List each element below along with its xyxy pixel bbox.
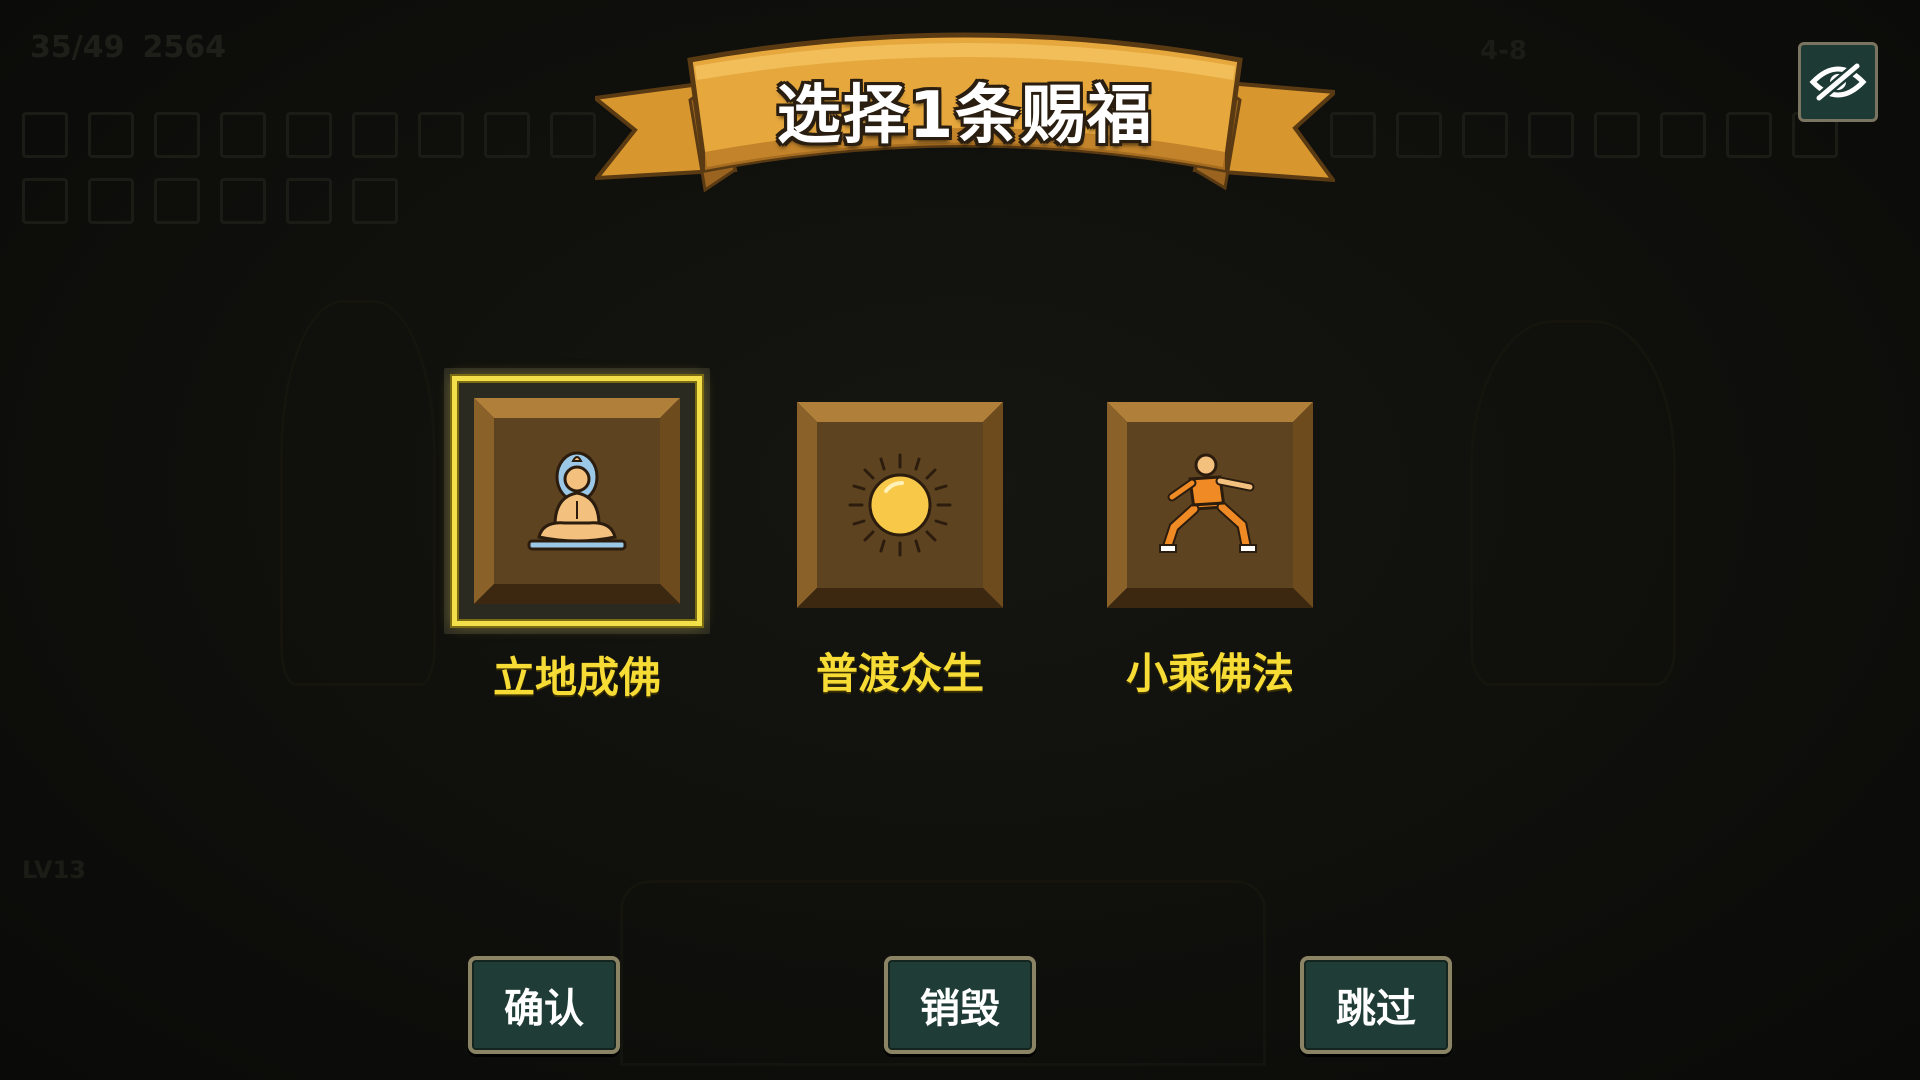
blessing-card-3[interactable] xyxy=(1107,402,1313,608)
gold-readout: 2564 xyxy=(142,30,226,65)
eye-slash-icon xyxy=(1809,62,1867,102)
skip-button[interactable]: 跳过 xyxy=(1300,956,1452,1054)
background-relic-grid-left xyxy=(22,112,596,224)
blessing-select-screen: 35/49 2564 4-8 LV13 选择1条赐福 立地成佛 普渡众生 小乘佛… xyxy=(0,0,1920,1080)
background-relic-grid-right xyxy=(1330,112,1838,158)
meditating-buddha-icon xyxy=(527,451,627,551)
blessing-label-2: 普渡众生 xyxy=(815,649,984,698)
background-character-silhouette xyxy=(280,300,436,686)
title-banner: 选择1条赐福 xyxy=(595,20,1335,210)
blessing-card-2[interactable] xyxy=(797,402,1003,608)
stage-readout: 4-8 xyxy=(1480,36,1527,66)
confirm-button[interactable]: 确认 xyxy=(468,956,620,1054)
sun-icon xyxy=(848,453,952,557)
hp-readout: 35/49 xyxy=(30,30,125,65)
banner-title: 选择1条赐福 xyxy=(776,79,1154,153)
background-enemy-silhouette xyxy=(1470,320,1676,686)
hide-overlay-button[interactable] xyxy=(1798,42,1878,122)
level-readout: LV13 xyxy=(22,856,86,884)
background-hud: 35/49 2564 xyxy=(30,30,226,65)
blessing-card-1[interactable] xyxy=(444,368,710,634)
blessing-label-3: 小乘佛法 xyxy=(1125,649,1294,698)
blessing-label-1: 立地成佛 xyxy=(492,653,661,702)
kungfu-monk-icon xyxy=(1159,453,1257,553)
destroy-button[interactable]: 销毁 xyxy=(884,956,1036,1054)
